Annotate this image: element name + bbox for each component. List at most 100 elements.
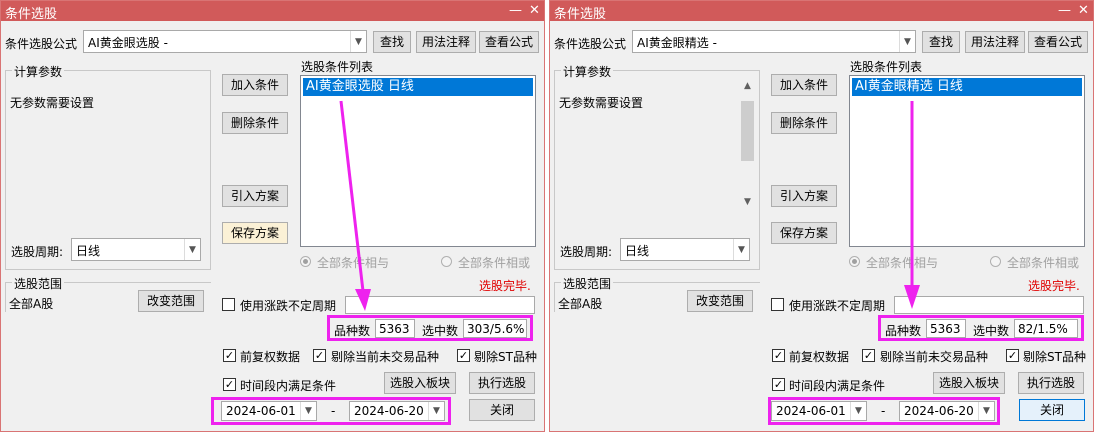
formula-select[interactable]: AI黄金眼精选 - ▼ <box>632 30 916 53</box>
float-period-input[interactable] <box>894 296 1084 314</box>
chevron-down-icon[interactable]: ▼ <box>428 402 444 420</box>
condition-list[interactable]: AI黄金眼精选 日线 <box>849 75 1085 247</box>
close-icon[interactable]: ✕ <box>529 1 540 21</box>
save-plan-button[interactable]: 保存方案 <box>222 222 288 244</box>
period-select[interactable]: 日线 ▼ <box>620 238 750 261</box>
selected-label: 选中数 <box>422 324 459 338</box>
add-to-block-button[interactable]: 选股入板块 <box>384 372 456 394</box>
count-field: 5363 <box>926 319 966 338</box>
chevron-down-icon[interactable]: ▼ <box>184 239 200 260</box>
timerange-label: 时间段内满足条件 <box>789 379 886 393</box>
status-text: 选股完毕. <box>479 279 531 293</box>
radio-and[interactable] <box>849 256 860 267</box>
view-formula-button[interactable]: 查看公式 <box>479 31 539 53</box>
radio-or[interactable] <box>441 256 452 267</box>
untraded-label: 剔除当前未交易品种 <box>331 350 440 364</box>
delete-condition-button[interactable]: 删除条件 <box>771 112 837 134</box>
find-button[interactable]: 查找 <box>373 31 411 53</box>
date-from-picker[interactable]: 2024-06-01 ▼ <box>771 401 867 421</box>
chevron-down-icon[interactable]: ▼ <box>978 402 994 420</box>
chevron-up-icon[interactable]: ▲ <box>739 81 756 91</box>
condition-list[interactable]: AI黄金眼选股 日线 <box>300 75 536 247</box>
float-period-label: 使用涨跌不定周期 <box>240 299 337 313</box>
count-label: 品种数 <box>885 324 922 338</box>
scope-title: 选股范围 <box>561 275 614 292</box>
date-separator: - <box>331 404 336 418</box>
st-checkbox[interactable]: ✓ <box>1006 349 1019 362</box>
untraded-label: 剔除当前未交易品种 <box>880 350 989 364</box>
title-bar[interactable]: 条件选股 — ✕ <box>1 1 544 22</box>
scope-value: 全部A股 <box>558 297 603 311</box>
chevron-down-icon[interactable]: ▼ <box>300 402 316 420</box>
change-scope-button[interactable]: 改变范围 <box>138 290 204 312</box>
radio-and-label: 全部条件相与 <box>317 256 390 270</box>
float-period-input[interactable] <box>345 296 535 314</box>
untraded-checkbox[interactable]: ✓ <box>313 349 326 362</box>
list-item[interactable]: AI黄金眼精选 日线 <box>852 78 1082 96</box>
timerange-label: 时间段内满足条件 <box>240 379 337 393</box>
chevron-down-icon[interactable]: ▼ <box>733 239 749 260</box>
close-button[interactable]: 关闭 <box>469 399 535 421</box>
minimize-icon[interactable]: — <box>509 1 522 21</box>
execute-pick-button[interactable]: 执行选股 <box>1018 372 1084 394</box>
chevron-down-icon[interactable]: ▼ <box>899 31 915 52</box>
fq-checkbox[interactable]: ✓ <box>223 349 236 362</box>
scroll-thumb[interactable] <box>741 101 754 161</box>
params-scrollbar[interactable]: ▲ ▼ <box>739 81 756 211</box>
radio-and-label: 全部条件相与 <box>866 256 939 270</box>
float-period-label: 使用涨跌不定周期 <box>789 299 886 313</box>
chevron-down-icon[interactable]: ▼ <box>850 402 866 420</box>
list-item[interactable]: AI黄金眼选股 日线 <box>303 78 533 96</box>
chevron-down-icon[interactable]: ▼ <box>739 197 756 207</box>
delete-condition-button[interactable]: 删除条件 <box>222 112 288 134</box>
radio-and[interactable] <box>300 256 311 267</box>
date-from-picker[interactable]: 2024-06-01 ▼ <box>221 401 317 421</box>
close-button[interactable]: 关闭 <box>1019 399 1085 421</box>
float-period-checkbox[interactable] <box>222 298 235 311</box>
chevron-down-icon[interactable]: ▼ <box>350 31 366 52</box>
import-plan-button[interactable]: 引入方案 <box>222 185 288 207</box>
formula-select[interactable]: AI黄金眼选股 - ▼ <box>83 30 367 53</box>
untraded-checkbox[interactable]: ✓ <box>862 349 875 362</box>
usage-notes-button[interactable]: 用法注释 <box>965 31 1025 53</box>
usage-notes-button[interactable]: 用法注释 <box>416 31 476 53</box>
scope-title: 选股范围 <box>12 275 65 292</box>
title-bar[interactable]: 条件选股 — ✕ <box>550 1 1093 22</box>
condition-list-title: 选股条件列表 <box>850 60 923 74</box>
date-to-picker[interactable]: 2024-06-20 ▼ <box>349 401 445 421</box>
st-checkbox[interactable]: ✓ <box>457 349 470 362</box>
radio-or-label: 全部条件相或 <box>458 256 531 270</box>
change-scope-button[interactable]: 改变范围 <box>687 290 753 312</box>
period-select[interactable]: 日线 ▼ <box>71 238 201 261</box>
condition-stock-picker-window-right: 条件选股 — ✕ 条件选股公式 AI黄金眼精选 - ▼ 查找 用法注释 查看公式… <box>549 0 1094 432</box>
radio-or[interactable] <box>990 256 1001 267</box>
date-separator: - <box>881 404 886 418</box>
window-title: 条件选股 <box>554 7 607 22</box>
add-condition-button[interactable]: 加入条件 <box>222 74 288 96</box>
st-label: 剔除ST品种 <box>1023 350 1086 364</box>
no-params-text: 无参数需要设置 <box>10 96 95 110</box>
import-plan-button[interactable]: 引入方案 <box>771 185 837 207</box>
formula-label: 条件选股公式 <box>5 37 78 51</box>
float-period-checkbox[interactable] <box>771 298 784 311</box>
radio-or-label: 全部条件相或 <box>1007 256 1080 270</box>
execute-pick-button[interactable]: 执行选股 <box>469 372 535 394</box>
period-label: 选股周期: <box>11 245 64 259</box>
close-icon[interactable]: ✕ <box>1078 1 1089 21</box>
st-label: 剔除ST品种 <box>474 350 537 364</box>
add-condition-button[interactable]: 加入条件 <box>771 74 837 96</box>
fq-checkbox[interactable]: ✓ <box>772 349 785 362</box>
calc-params-title: 计算参数 <box>12 63 65 80</box>
timerange-checkbox[interactable]: ✓ <box>772 378 785 391</box>
fq-label: 前复权数据 <box>789 350 850 364</box>
selected-field: 82/1.5% <box>1014 319 1078 338</box>
save-plan-button[interactable]: 保存方案 <box>771 222 837 244</box>
add-to-block-button[interactable]: 选股入板块 <box>933 372 1005 394</box>
count-label: 品种数 <box>334 324 371 338</box>
date-to-picker[interactable]: 2024-06-20 ▼ <box>899 401 995 421</box>
timerange-checkbox[interactable]: ✓ <box>223 378 236 391</box>
fq-label: 前复权数据 <box>240 350 301 364</box>
find-button[interactable]: 查找 <box>922 31 960 53</box>
view-formula-button[interactable]: 查看公式 <box>1028 31 1088 53</box>
minimize-icon[interactable]: — <box>1058 1 1071 21</box>
